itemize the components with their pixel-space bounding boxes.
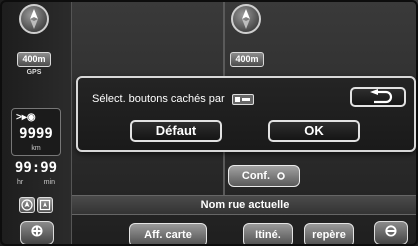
- zoom-out-button[interactable]: ⊖: [374, 221, 408, 245]
- dialog-message-row: Sélect. boutons cachés par: [92, 93, 254, 105]
- distance-box[interactable]: >▸◉ 9999 km: [11, 108, 61, 156]
- north-up-button[interactable]: [19, 197, 35, 213]
- nav-screen: 400m GPS 400m >▸◉ 9999 km 99:99 hr min ⊕…: [0, 0, 418, 246]
- hidden-buttons-dialog: Sélect. boutons cachés par Défaut OK: [76, 76, 416, 152]
- gear-icon: [277, 172, 285, 180]
- gps-label: GPS: [26, 69, 42, 76]
- return-arrow-icon: [370, 89, 393, 104]
- conf-button-label: Conf.: [241, 170, 271, 182]
- time-unit-hr: hr: [17, 179, 24, 186]
- aff-carte-button[interactable]: Aff. carte: [129, 223, 207, 246]
- time-value: 99:99: [14, 160, 58, 176]
- heading-up-button[interactable]: [37, 197, 53, 213]
- heading-up-icon: [39, 199, 51, 211]
- map-scale-right[interactable]: 400m: [230, 52, 264, 67]
- dialog-message: Sélect. boutons cachés par: [92, 93, 225, 105]
- north-up-icon: [21, 199, 33, 211]
- zoom-in-button[interactable]: ⊕: [20, 221, 54, 245]
- ok-button[interactable]: OK: [268, 120, 360, 142]
- compass-icon[interactable]: [231, 4, 261, 34]
- destination-flag-icon: >▸◉: [16, 112, 36, 123]
- landmark-button[interactable]: repère: [304, 223, 354, 246]
- compass-icon[interactable]: [19, 4, 49, 34]
- default-button[interactable]: Défaut: [130, 120, 222, 142]
- time-unit-min: min: [43, 179, 55, 186]
- map-scale-left[interactable]: 400m: [17, 52, 51, 67]
- conf-button[interactable]: Conf.: [228, 165, 300, 187]
- compass-needle-icon: [242, 9, 250, 29]
- hide-button-icon: [231, 93, 254, 105]
- itinerary-button[interactable]: Itiné.: [243, 223, 293, 246]
- time-box: 99:99 hr min: [11, 160, 61, 190]
- current-street-bar: Nom rue actuelle: [72, 195, 418, 215]
- distance-value: 9999: [19, 126, 53, 142]
- compass-needle-icon: [30, 9, 38, 29]
- back-button[interactable]: [350, 87, 406, 107]
- distance-unit: km: [31, 145, 41, 152]
